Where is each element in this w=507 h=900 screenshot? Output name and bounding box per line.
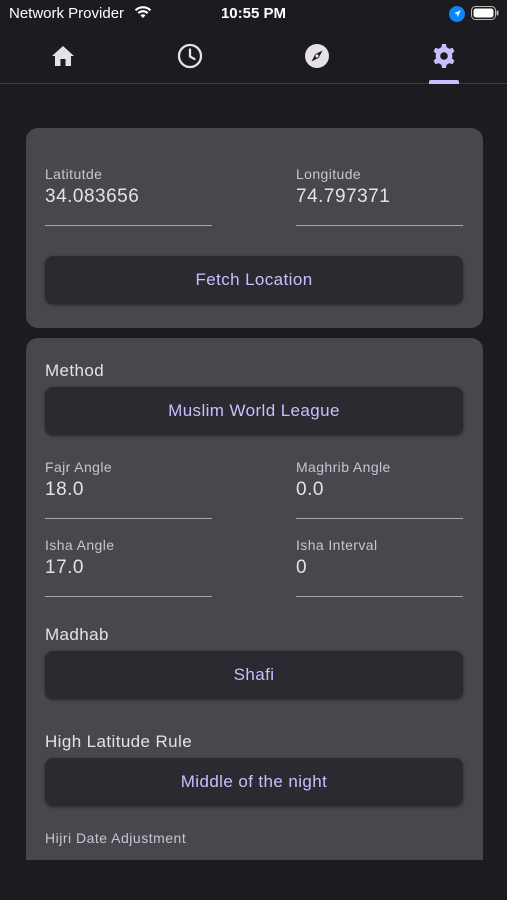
latitude-field[interactable]: Latitutde 34.083656 <box>45 166 212 226</box>
isha-angle-value[interactable]: 17.0 <box>45 557 84 579</box>
status-bar: Network Provider 10:55 PM <box>0 0 507 28</box>
battery-icon <box>471 6 499 24</box>
maghrib-angle-value[interactable]: 0.0 <box>296 479 324 501</box>
isha-angle-label: Isha Angle <box>45 537 115 553</box>
high-latitude-label: High Latitude Rule <box>45 732 193 751</box>
fajr-angle-label: Fajr Angle <box>45 459 113 475</box>
location-arrow-icon <box>449 6 465 26</box>
tab-settings[interactable] <box>381 28 507 84</box>
isha-interval-field[interactable]: Isha Interval 0 <box>296 537 463 597</box>
tab-times[interactable] <box>127 28 253 84</box>
fajr-angle-field[interactable]: Fajr Angle 18.0 <box>45 459 212 519</box>
maghrib-angle-label: Maghrib Angle <box>296 459 391 475</box>
status-time: 10:55 PM <box>220 5 287 22</box>
method-selector[interactable]: Muslim World League <box>45 387 463 435</box>
method-label: Method <box>45 361 105 380</box>
bottom-background <box>0 860 507 900</box>
maghrib-angle-field[interactable]: Maghrib Angle 0.0 <box>296 459 463 519</box>
longitude-label: Longitude <box>296 166 362 182</box>
isha-interval-label: Isha Interval <box>296 537 378 553</box>
isha-interval-value[interactable]: 0 <box>296 557 307 579</box>
tab-home[interactable] <box>0 28 126 84</box>
clock-icon <box>177 43 203 69</box>
fajr-angle-value[interactable]: 18.0 <box>45 479 84 501</box>
longitude-field[interactable]: Longitude 74.797371 <box>296 166 463 226</box>
selected-tab-indicator <box>429 80 459 84</box>
location-card: Latitutde 34.083656 Longitude 74.797371 … <box>26 128 483 328</box>
latitude-label: Latitutde <box>45 166 103 182</box>
latitude-value[interactable]: 34.083656 <box>45 186 139 208</box>
calculation-settings-card: Method Muslim World League Fajr Angle 18… <box>26 338 483 878</box>
fetch-location-button[interactable]: Fetch Location <box>45 256 463 304</box>
madhab-selector[interactable]: Shafi <box>45 651 463 699</box>
hijri-adjustment-label: Hijri Date Adjustment <box>45 830 187 846</box>
madhab-label: Madhab <box>45 625 109 644</box>
longitude-value[interactable]: 74.797371 <box>296 186 390 208</box>
home-icon <box>51 45 75 67</box>
high-latitude-selector[interactable]: Middle of the night <box>45 758 463 806</box>
gear-icon <box>431 43 457 69</box>
isha-angle-field[interactable]: Isha Angle 17.0 <box>45 537 212 597</box>
tab-qibla[interactable] <box>254 28 380 84</box>
compass-icon <box>304 43 330 69</box>
top-tab-bar <box>0 28 507 84</box>
